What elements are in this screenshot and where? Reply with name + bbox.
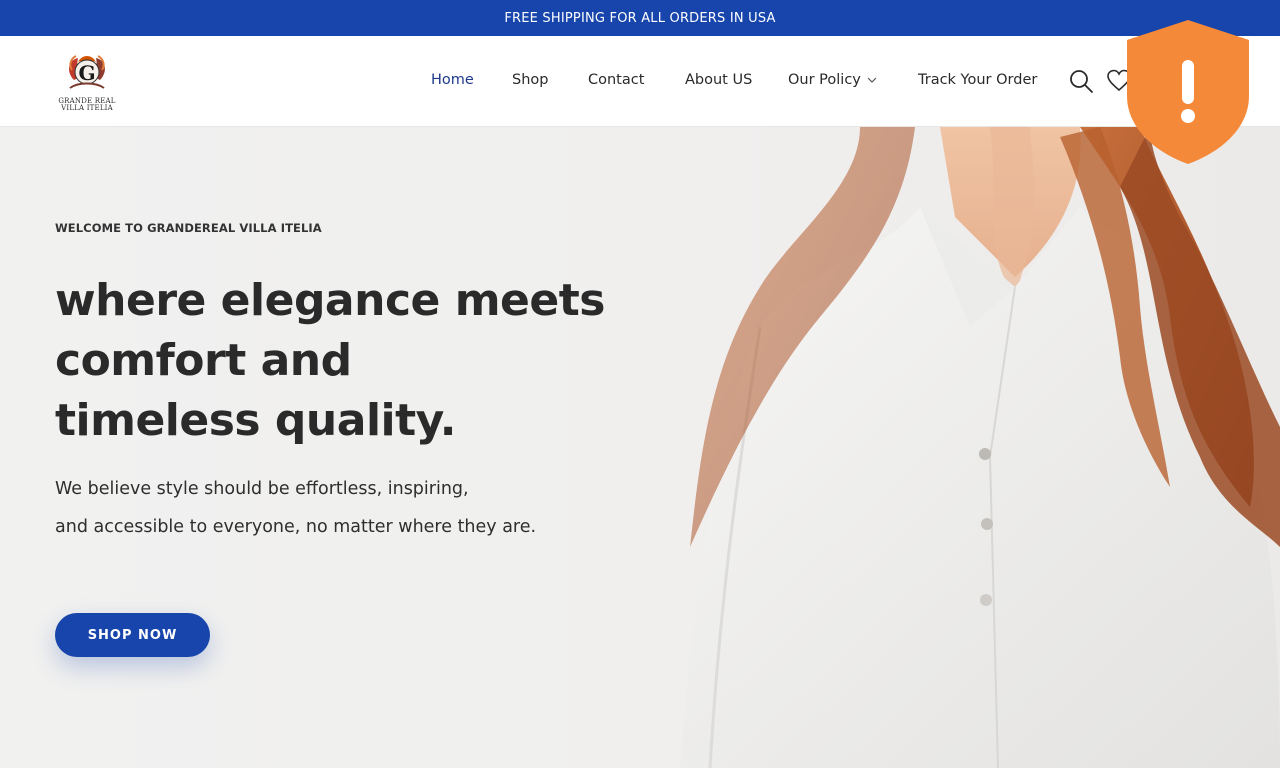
headline-line-2: comfort and xyxy=(55,335,352,386)
subtext-line-2: and accessible to everyone, no matter wh… xyxy=(55,517,537,537)
svg-text:G: G xyxy=(78,61,95,85)
nav-track-order-label: Track Your Order xyxy=(918,72,1038,88)
hero-headline: where elegance meets comfort and timeles… xyxy=(55,271,635,451)
subtext-line-1: We believe style should be effortless, i… xyxy=(55,479,469,499)
nav-contact[interactable]: Contact xyxy=(588,72,644,88)
hero-model-image xyxy=(680,127,1280,768)
nav-shop[interactable]: Shop xyxy=(512,72,548,88)
hero-eyebrow: WELCOME TO GRANDEREAL VILLA ITELIA xyxy=(55,221,322,235)
nav-our-policy[interactable]: Our Policy xyxy=(788,72,878,88)
hero-subtext: We believe style should be effortless, i… xyxy=(55,470,615,546)
nav-our-policy-label: Our Policy xyxy=(788,72,861,88)
nav-home[interactable]: Home xyxy=(431,72,474,88)
shop-now-button[interactable]: SHOP NOW xyxy=(55,613,210,657)
nav-shop-label: Shop xyxy=(512,72,549,88)
logo-line-2: VILLA ITELIA xyxy=(61,104,113,112)
announcement-text: FREE SHIPPING FOR ALL ORDERS IN USA xyxy=(504,10,776,26)
headline-line-1: where elegance meets xyxy=(55,275,605,326)
hero-banner: WELCOME TO GRANDEREAL VILLA ITELIA where… xyxy=(0,127,1280,768)
logo-emblem-icon: G xyxy=(69,55,105,89)
nav-home-label: Home xyxy=(431,72,474,88)
announcement-bar: FREE SHIPPING FOR ALL ORDERS IN USA xyxy=(0,0,1280,36)
nav-about-us-label: About US xyxy=(685,72,753,88)
search-icon xyxy=(1070,70,1093,93)
nav-track-order[interactable]: Track Your Order xyxy=(918,72,1037,88)
chevron-down-icon xyxy=(867,77,877,83)
site-header: G GRANDE REAL VILLA ITELIA Home Shop Con… xyxy=(0,36,1280,127)
nav-about-us[interactable]: About US xyxy=(685,72,752,88)
brand-logo[interactable]: G GRANDE REAL VILLA ITELIA xyxy=(56,50,118,114)
headline-line-3: timeless quality. xyxy=(55,395,457,446)
search-button[interactable] xyxy=(1068,68,1094,94)
nav-contact-label: Contact xyxy=(588,72,645,88)
warning-shield-icon[interactable] xyxy=(1125,18,1251,166)
